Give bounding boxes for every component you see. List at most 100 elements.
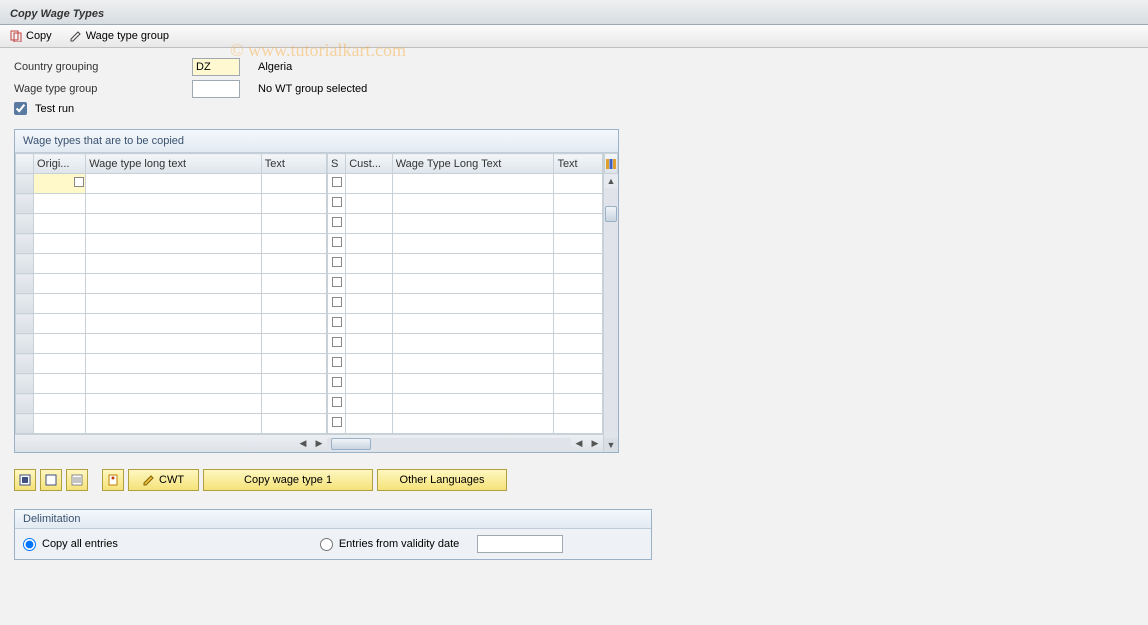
table-row[interactable] — [328, 174, 603, 194]
configure-columns-icon[interactable] — [604, 153, 618, 174]
entries-from-date-label: Entries from validity date — [339, 538, 459, 550]
row-checkbox[interactable] — [332, 277, 342, 287]
value-help-icon[interactable] — [74, 177, 84, 187]
row-checkbox[interactable] — [332, 357, 342, 367]
col-cust[interactable]: Cust... — [346, 154, 393, 174]
table-row[interactable] — [328, 214, 603, 234]
row-checkbox[interactable] — [332, 197, 342, 207]
table-row[interactable] — [16, 234, 327, 254]
vscroll-thumb[interactable] — [605, 206, 617, 222]
row-checkbox[interactable] — [332, 377, 342, 387]
copy-button[interactable]: Copy — [10, 30, 52, 42]
row-checkbox[interactable] — [332, 217, 342, 227]
validity-date-input[interactable] — [477, 535, 563, 553]
table-row[interactable] — [16, 174, 327, 194]
row-checkbox[interactable] — [332, 257, 342, 267]
test-run-checkbox[interactable] — [14, 102, 27, 115]
delete-button[interactable] — [66, 469, 88, 491]
table-row[interactable] — [328, 394, 603, 414]
row-checkbox[interactable] — [332, 397, 342, 407]
country-grouping-input[interactable] — [192, 58, 240, 76]
cwt-label: CWT — [159, 474, 184, 486]
table-row[interactable] — [16, 214, 327, 234]
table-row[interactable] — [16, 194, 327, 214]
hscroll-right[interactable]: ◀ ▶ — [327, 434, 603, 452]
copy-wt1-label: Copy wage type 1 — [244, 474, 332, 486]
country-grouping-label: Country grouping — [14, 61, 184, 73]
hscroll-right-arrow[interactable]: ▶ — [311, 438, 327, 449]
hscroll-left[interactable]: ◀ ▶ — [15, 434, 327, 452]
grid-left-header: Origi... Wage type long text Text — [16, 154, 327, 174]
delimitation-title: Delimitation — [15, 510, 651, 529]
col-text[interactable]: Text — [261, 154, 326, 174]
table-row[interactable] — [16, 274, 327, 294]
grid-right-table: S Cust... Wage Type Long Text Text — [327, 153, 603, 434]
table-row[interactable] — [16, 334, 327, 354]
table-row[interactable] — [16, 314, 327, 334]
col-origi[interactable]: Origi... — [34, 154, 86, 174]
table-row[interactable] — [328, 314, 603, 334]
button-row: CWT Copy wage type 1 Other Languages — [14, 469, 1134, 491]
grid-right-header: S Cust... Wage Type Long Text Text — [328, 154, 603, 174]
table-row[interactable] — [16, 414, 327, 434]
row-checkbox[interactable] — [332, 337, 342, 347]
row-checkbox[interactable] — [332, 317, 342, 327]
row-checkbox[interactable] — [332, 177, 342, 187]
table-row[interactable] — [328, 354, 603, 374]
table-row[interactable] — [328, 374, 603, 394]
pencil-icon — [70, 30, 82, 42]
delimitation-panel: Delimitation Copy all entries Entries fr… — [14, 509, 652, 560]
other-lang-label: Other Languages — [400, 474, 485, 486]
hscroll-right-arrow-2[interactable]: ▶ — [587, 438, 603, 449]
table-row[interactable] — [16, 354, 327, 374]
toolbar: Copy Wage type group — [0, 25, 1148, 48]
col-wtlt2[interactable]: Wage Type Long Text — [392, 154, 554, 174]
table-row[interactable] — [16, 394, 327, 414]
select-all-button[interactable] — [14, 469, 36, 491]
col-text2[interactable]: Text — [554, 154, 603, 174]
other-languages-button[interactable]: Other Languages — [377, 469, 507, 491]
col-s[interactable]: S — [328, 154, 346, 174]
table-row[interactable] — [328, 274, 603, 294]
wage-type-group-text: No WT group selected — [258, 83, 367, 95]
hscroll-left-arrow[interactable]: ◀ — [295, 438, 311, 449]
vscroll-down-arrow[interactable]: ▼ — [607, 438, 616, 452]
copy-label: Copy — [26, 30, 52, 42]
table-row[interactable] — [328, 414, 603, 434]
country-grouping-text: Algeria — [258, 61, 292, 73]
wage-type-group-input[interactable] — [192, 80, 240, 98]
vscroll[interactable]: ▲ ▼ — [603, 153, 618, 452]
deselect-all-button[interactable] — [40, 469, 62, 491]
wage-type-group-label: Wage type group — [86, 30, 169, 42]
vscroll-up-arrow[interactable]: ▲ — [607, 174, 616, 188]
table-row[interactable] — [328, 334, 603, 354]
row-checkbox[interactable] — [332, 297, 342, 307]
wage-type-group-button[interactable]: Wage type group — [70, 30, 169, 42]
table-row[interactable] — [328, 234, 603, 254]
entries-from-date-radio[interactable] — [320, 538, 333, 551]
copy-icon — [10, 30, 22, 42]
cwt-button[interactable]: CWT — [128, 469, 199, 491]
hscroll-left-arrow-2[interactable]: ◀ — [571, 438, 587, 449]
details-button[interactable] — [102, 469, 124, 491]
copy-wage-type-1-button[interactable]: Copy wage type 1 — [203, 469, 373, 491]
grid-title: Wage types that are to be copied — [15, 130, 618, 153]
wage-type-group-field-label: Wage type group — [14, 83, 184, 95]
hscroll-thumb[interactable] — [331, 438, 371, 450]
table-row[interactable] — [16, 254, 327, 274]
row-checkbox[interactable] — [332, 237, 342, 247]
table-row[interactable] — [16, 374, 327, 394]
test-run-label: Test run — [35, 103, 74, 115]
col-wtlt[interactable]: Wage type long text — [86, 154, 262, 174]
table-row[interactable] — [328, 194, 603, 214]
copy-all-radio[interactable] — [23, 538, 36, 551]
table-row[interactable] — [328, 294, 603, 314]
table-row[interactable] — [16, 294, 327, 314]
page-title: Copy Wage Types — [0, 0, 1148, 25]
grid-left-table: Origi... Wage type long text Text — [15, 153, 327, 434]
copy-grid-panel: Wage types that are to be copied Origi..… — [14, 129, 619, 453]
edit-icon — [143, 474, 155, 486]
active-cell[interactable] — [34, 174, 86, 194]
table-row[interactable] — [328, 254, 603, 274]
row-checkbox[interactable] — [332, 417, 342, 427]
